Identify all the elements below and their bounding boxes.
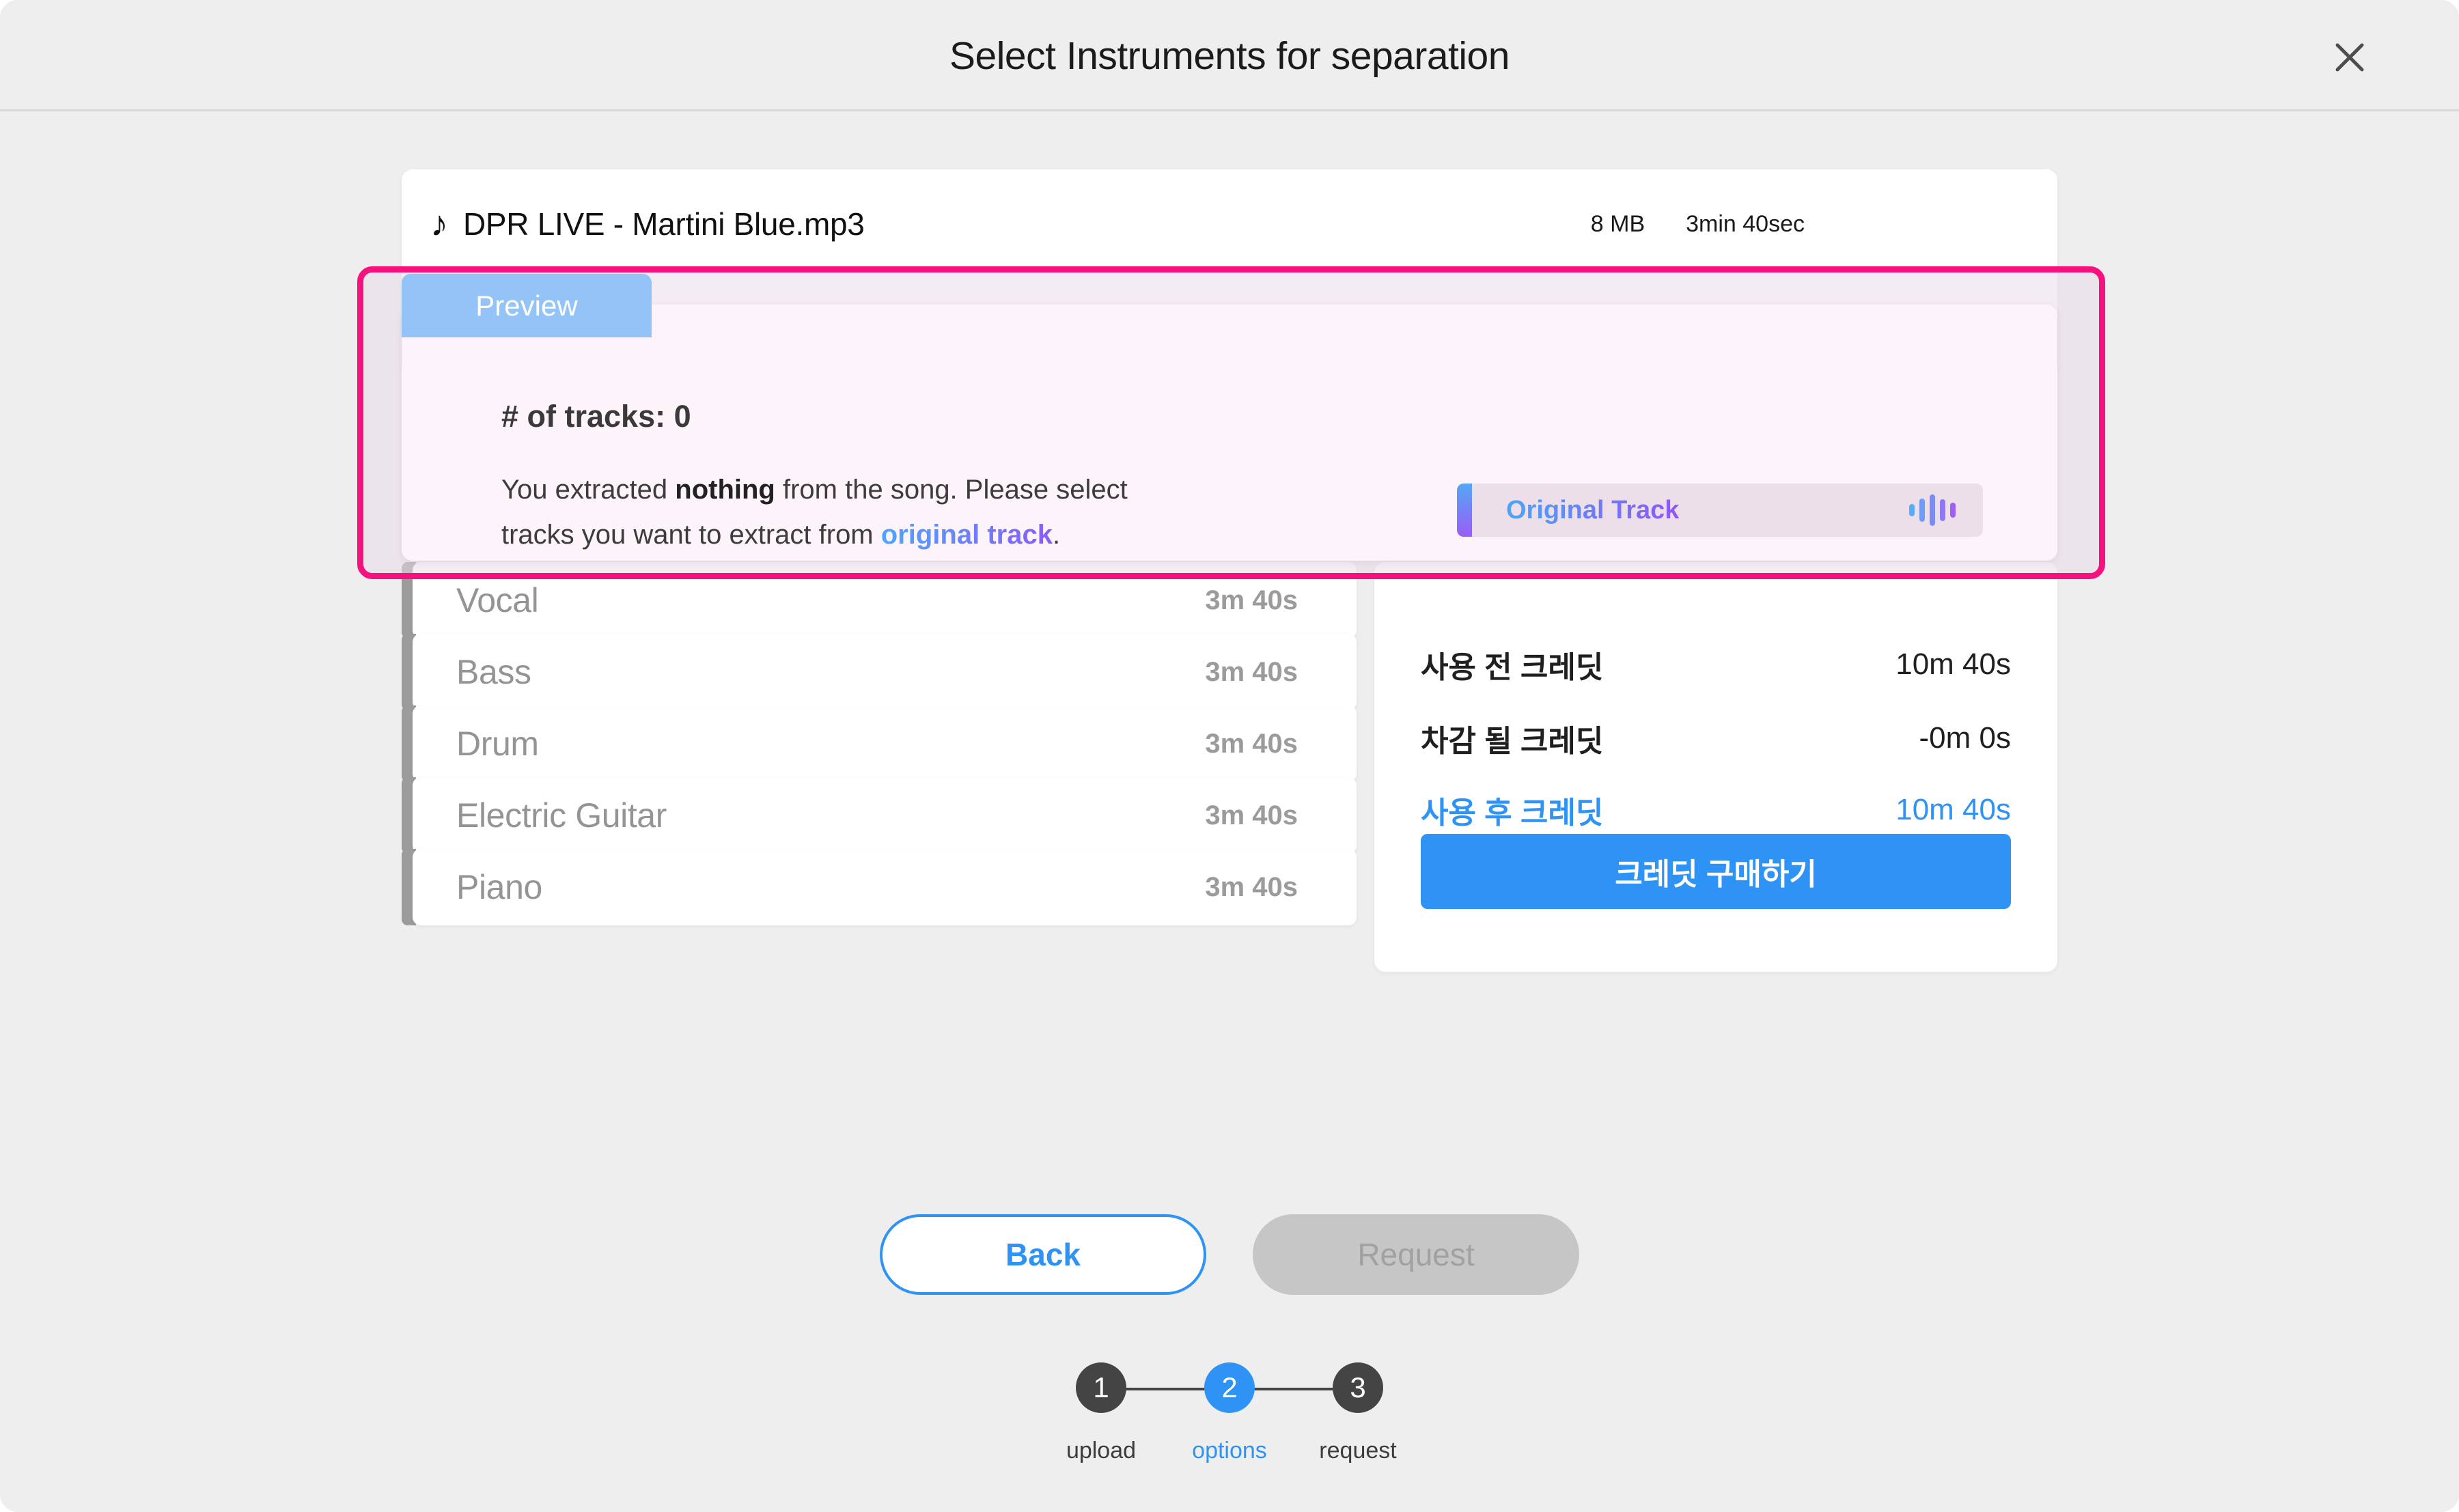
preview-description: You extracted nothing from the song. Ple… bbox=[501, 467, 1198, 557]
step-label: upload bbox=[1066, 1438, 1137, 1464]
file-size: 8 MB bbox=[1590, 210, 1645, 237]
credit-row-after: 사용 후 크레딧 10m 40s bbox=[1421, 789, 2011, 830]
credit-row-before: 사용 전 크레딧 10m 40s bbox=[1421, 644, 2011, 685]
track-name: Drum bbox=[456, 725, 539, 763]
track-row[interactable]: Vocal 3m 40s bbox=[402, 562, 1357, 639]
credit-label: 사용 후 크레딧 bbox=[1421, 796, 1604, 830]
tab-preview[interactable]: Preview bbox=[402, 274, 652, 337]
desc-part-1: You extracted bbox=[501, 475, 676, 505]
track-row[interactable]: Drum 3m 40s bbox=[402, 705, 1357, 782]
track-card: Vocal 3m 40s bbox=[413, 562, 1357, 639]
close-icon[interactable] bbox=[2328, 36, 2372, 79]
credit-value: 10m 40s bbox=[1895, 647, 2011, 681]
track-row[interactable]: Bass 3m 40s bbox=[402, 634, 1357, 710]
progress-stepper: 1 upload 2 options 3 request bbox=[0, 1362, 2459, 1464]
track-list: Vocal 3m 40s Bass 3m 40s Drum 3m 40s Ele… bbox=[402, 562, 1357, 985]
track-card: Electric Guitar 3m 40s bbox=[413, 777, 1357, 854]
track-card: Piano 3m 40s bbox=[413, 849, 1357, 925]
stepper-inner: 1 upload 2 options 3 request bbox=[1037, 1362, 1422, 1464]
tracks-count-label: # of tracks: 0 bbox=[501, 399, 691, 434]
track-name: Electric Guitar bbox=[456, 796, 667, 835]
credit-value: -0m 0s bbox=[1919, 721, 2011, 755]
track-card: Bass 3m 40s bbox=[413, 634, 1357, 710]
track-duration: 3m 40s bbox=[1205, 800, 1298, 830]
stepper-connector bbox=[1124, 1388, 1213, 1390]
step-request[interactable]: 3 request bbox=[1294, 1362, 1422, 1464]
credit-summary-card: 사용 전 크레딧 10m 40s 차감 될 크레딧 -0m 0s 사용 후 크레… bbox=[1374, 562, 2057, 972]
preview-panel: Preview # of tracks: 0 You extracted not… bbox=[402, 274, 2057, 561]
stepper-connector bbox=[1253, 1388, 1342, 1390]
track-name: Bass bbox=[456, 653, 531, 691]
track-duration: 3m 40s bbox=[1205, 585, 1298, 615]
credit-label: 사용 전 크레딧 bbox=[1421, 651, 1604, 684]
desc-bold: nothing bbox=[675, 475, 775, 505]
track-duration: 3m 40s bbox=[1205, 656, 1298, 687]
page-title: Select Instruments for separation bbox=[949, 33, 1510, 78]
track-duration: 3m 40s bbox=[1205, 871, 1298, 902]
gradient-bar bbox=[1457, 484, 1472, 537]
credit-row-deduction: 차감 될 크레딧 -0m 0s bbox=[1421, 718, 2011, 759]
back-button[interactable]: Back bbox=[880, 1214, 1206, 1295]
original-track-chip[interactable]: Original Track bbox=[1457, 484, 1983, 537]
request-button: Request bbox=[1253, 1214, 1579, 1295]
track-row[interactable]: Piano 3m 40s bbox=[402, 849, 1357, 925]
track-name: Vocal bbox=[456, 581, 539, 619]
step-options[interactable]: 2 options bbox=[1165, 1362, 1294, 1464]
step-label: request bbox=[1319, 1438, 1397, 1464]
credit-label: 차감 될 크레딧 bbox=[1421, 725, 1604, 758]
track-row[interactable]: Electric Guitar 3m 40s bbox=[402, 777, 1357, 854]
track-card: Drum 3m 40s bbox=[413, 705, 1357, 782]
track-duration: 3m 40s bbox=[1205, 728, 1298, 759]
buy-credit-button[interactable]: 크레딧 구매하기 bbox=[1421, 834, 2011, 909]
step-label: options bbox=[1192, 1438, 1267, 1464]
footer-actions: Back Request bbox=[0, 1214, 2459, 1295]
dialog-header: Select Instruments for separation bbox=[0, 0, 2459, 111]
step-number[interactable]: 1 bbox=[1076, 1362, 1126, 1413]
step-number[interactable]: 3 bbox=[1333, 1362, 1383, 1413]
step-number[interactable]: 2 bbox=[1204, 1362, 1255, 1413]
dialog-body: ♪ DPR LIVE - Martini Blue.mp3 8 MB 3min … bbox=[0, 111, 2459, 1512]
original-track-label: Original Track bbox=[1506, 495, 1680, 524]
file-meta: 8 MB 3min 40sec bbox=[1591, 169, 2057, 279]
original-track-link[interactable]: original track bbox=[881, 520, 1053, 550]
waveform-icon bbox=[1909, 494, 1956, 526]
credit-value: 10m 40s bbox=[1895, 793, 2011, 826]
select-instruments-dialog: Select Instruments for separation ♪ DPR … bbox=[0, 0, 2459, 1512]
track-name: Piano bbox=[456, 868, 542, 906]
file-name: DPR LIVE - Martini Blue.mp3 bbox=[463, 206, 865, 242]
file-duration: 3min 40sec bbox=[1686, 210, 1805, 237]
music-note-icon: ♪ bbox=[430, 204, 448, 244]
desc-part-3: . bbox=[1052, 520, 1061, 550]
step-upload[interactable]: 1 upload bbox=[1037, 1362, 1165, 1464]
